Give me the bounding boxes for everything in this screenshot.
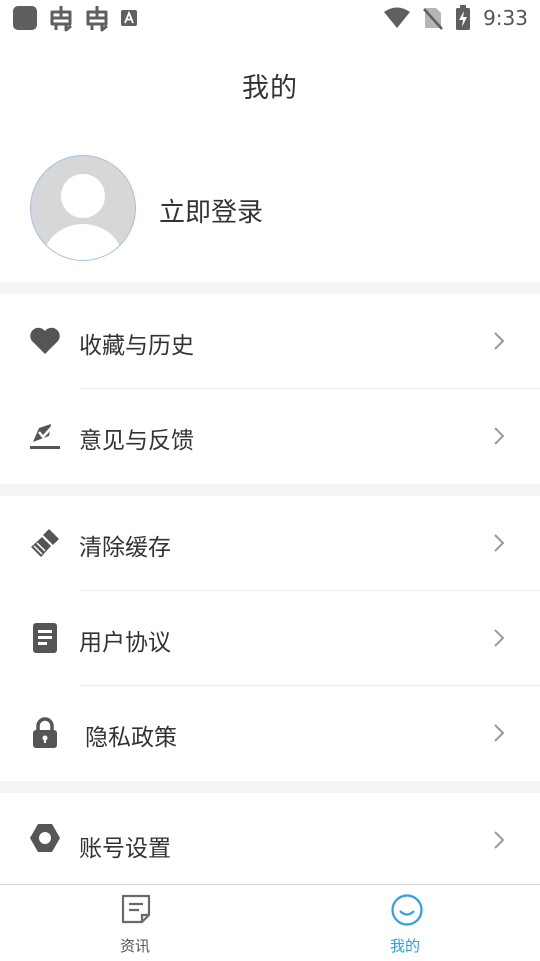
font-a-icon [120, 9, 138, 27]
chevron-right-icon [492, 330, 506, 352]
news-icon [120, 893, 152, 927]
status-bar: 9:33 [0, 0, 540, 36]
status-time: 9:33 [483, 6, 528, 30]
nav-tab-news[interactable]: 资讯 [0, 885, 270, 961]
page-title: 我的 [242, 73, 298, 104]
nav-tab-label: 我的 [389, 937, 420, 955]
status-left-icons [12, 4, 138, 32]
nav-tab-mine[interactable]: 我的 [270, 885, 540, 961]
broom-icon [28, 526, 62, 560]
menu-group-3: 账号设置 [0, 793, 540, 888]
status-right-icons: 9:33 [383, 4, 528, 32]
bug-icon [48, 4, 74, 32]
menu-item-label: 清除缓存 [79, 535, 171, 561]
default-avatar-icon[interactable] [30, 155, 136, 261]
nav-tab-label: 资讯 [119, 937, 150, 955]
smile-icon [390, 893, 423, 927]
chevron-right-icon [492, 425, 506, 447]
menu-item-feedback[interactable]: 意见与反馈 [0, 389, 540, 484]
chevron-right-icon [492, 829, 506, 851]
profile-section[interactable]: 立即登录 [0, 132, 540, 282]
menu-item-label: 用户协议 [79, 630, 171, 656]
feedback-icon [28, 419, 62, 453]
lock-icon [28, 716, 62, 750]
menu-group-1: 收藏与历史 意见与反馈 [0, 294, 540, 484]
page-header: 我的 [0, 36, 540, 132]
menu-item-user-agreement[interactable]: 用户协议 [0, 591, 540, 686]
app-square-icon [12, 5, 38, 31]
menu-item-label: 收藏与历史 [79, 333, 194, 359]
document-icon [28, 621, 62, 655]
hexagon-settings-icon [28, 821, 62, 855]
battery-charging-icon [455, 5, 471, 31]
menu-item-clear-cache[interactable]: 清除缓存 [0, 496, 540, 591]
chevron-right-icon [492, 627, 506, 649]
chevron-right-icon [492, 532, 506, 554]
menu-item-label: 隐私政策 [85, 725, 177, 751]
menu-group-2: 清除缓存 用户协议 隐私政策 [0, 496, 540, 781]
heart-icon [28, 324, 62, 358]
bug-icon [84, 4, 110, 32]
menu-item-label: 账号设置 [79, 836, 171, 862]
menu-item-favorites-history[interactable]: 收藏与历史 [0, 294, 540, 389]
bottom-nav: 资讯 我的 [0, 884, 540, 961]
no-sim-icon [423, 6, 444, 30]
menu-item-account-settings[interactable]: 账号设置 [0, 793, 540, 888]
chevron-right-icon [492, 722, 506, 744]
login-link[interactable]: 立即登录 [159, 192, 263, 229]
menu-item-label: 意见与反馈 [79, 428, 194, 454]
menu-item-privacy-policy[interactable]: 隐私政策 [0, 686, 540, 781]
wifi-icon [383, 7, 411, 29]
